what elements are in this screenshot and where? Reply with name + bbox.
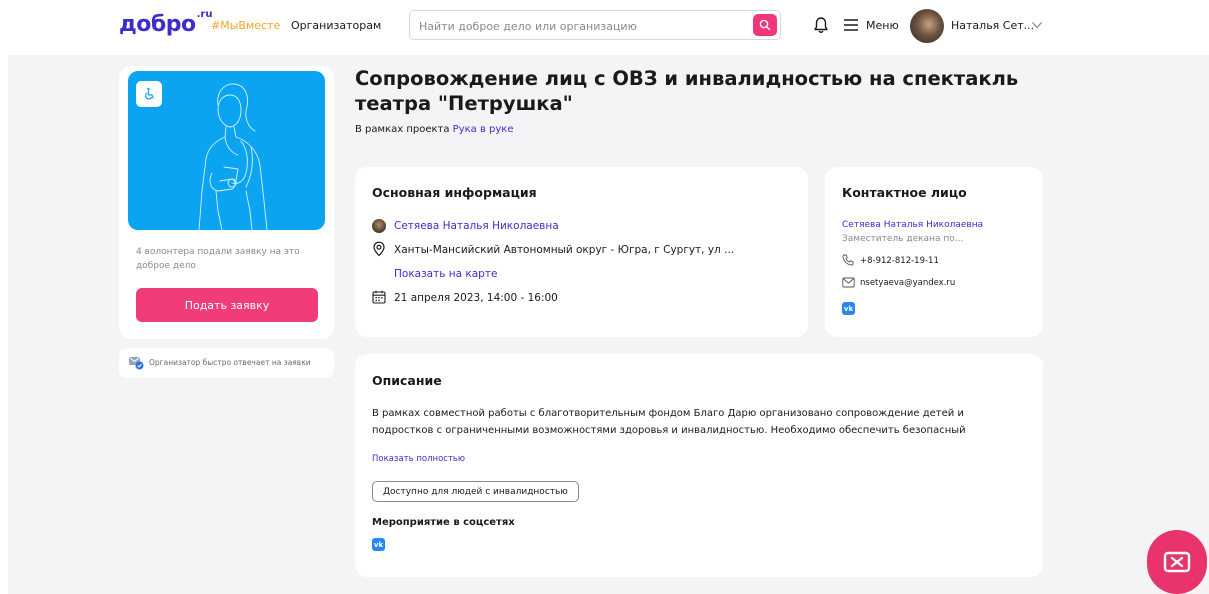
show-more-link[interactable]: Показать полностью	[372, 454, 465, 464]
event-date: 21 апреля 2023, 14:00 - 16:00	[394, 292, 558, 304]
search-icon	[759, 19, 771, 31]
nav-hashtag-link[interactable]: #МыВместе	[211, 19, 280, 32]
social-heading: Мероприятие в соцсетях	[372, 517, 515, 528]
project-prefix: В рамках проекта	[355, 124, 450, 135]
fast-response-card: Организатор быстро отвечает на заявки	[119, 348, 334, 378]
logo[interactable]: добро .ru	[119, 8, 212, 42]
mail-icon	[842, 277, 855, 288]
event-vk-icon[interactable]: vk	[372, 538, 385, 551]
location-pin-icon	[373, 241, 385, 257]
fast-response-text: Организатор быстро отвечает на заявки	[149, 358, 311, 367]
wheelchair-icon	[144, 87, 154, 100]
organizer-avatar	[372, 219, 386, 233]
calendar-icon	[372, 290, 386, 304]
menu-label[interactable]: Меню	[866, 19, 899, 32]
user-name[interactable]: Наталья Сет...	[951, 19, 1034, 32]
description-heading: Описание	[372, 373, 442, 388]
header: добро .ru #МыВместе Организаторам Меню Н…	[0, 0, 1209, 55]
contact-vk-icon[interactable]: vk	[842, 302, 855, 315]
contact-name-link[interactable]: Сетяева Наталья Николаевна	[842, 220, 983, 230]
page-title: Сопровождение лиц с ОВЗ и инвалидностью …	[355, 67, 1019, 115]
phone-icon	[842, 254, 854, 266]
mail-close-icon	[1163, 551, 1191, 573]
event-address: Ханты-Мансийский Автономный округ - Югра…	[394, 244, 735, 256]
chevron-down-icon[interactable]	[1031, 19, 1043, 31]
search-input[interactable]	[419, 17, 739, 35]
contact-card: Контактное лицо Сетяева Наталья Николаев…	[825, 167, 1043, 337]
project-line: В рамках проекта Рука в руке	[355, 124, 514, 135]
description-text: В рамках совместной работы с благотворит…	[372, 408, 966, 436]
contact-heading: Контактное лицо	[842, 185, 967, 200]
event-sidebar-card: 4 волонтера подали заявку на это доброе …	[119, 66, 334, 339]
accessibility-tag[interactable]: Доступно для людей с инвалидностью	[372, 481, 579, 502]
event-illustration	[128, 71, 325, 230]
contact-role: Заместитель декана по...	[842, 234, 964, 244]
search-button[interactable]	[753, 14, 777, 36]
contact-email[interactable]: nsetyaeva@yandex.ru	[860, 278, 955, 288]
description-card: Описание В рамках совместной работы с бл…	[355, 354, 1043, 577]
user-avatar[interactable]	[910, 9, 944, 43]
main-info-heading: Основная информация	[372, 185, 537, 200]
bell-icon[interactable]	[813, 16, 829, 34]
apply-button[interactable]: Подать заявку	[136, 288, 318, 322]
search-box	[409, 10, 781, 40]
accessibility-badge	[136, 81, 162, 107]
organizer-name-link[interactable]: Сетяева Наталья Николаевна	[394, 220, 559, 232]
main-info-card: Основная информация Сетяева Наталья Нико…	[355, 167, 808, 337]
feedback-float-button[interactable]	[1147, 530, 1207, 594]
contact-phone[interactable]: +8-912-812-19-11	[860, 256, 939, 266]
logo-text: добро	[119, 12, 196, 37]
volunteers-count-text: 4 волонтера подали заявку на это доброе …	[136, 247, 300, 271]
fast-response-icon	[129, 357, 144, 370]
show-on-map-link[interactable]: Показать на карте	[394, 268, 497, 280]
nav-organizers-link[interactable]: Организаторам	[291, 19, 381, 32]
project-link[interactable]: Рука в руке	[453, 124, 514, 135]
menu-icon[interactable]	[843, 18, 859, 32]
